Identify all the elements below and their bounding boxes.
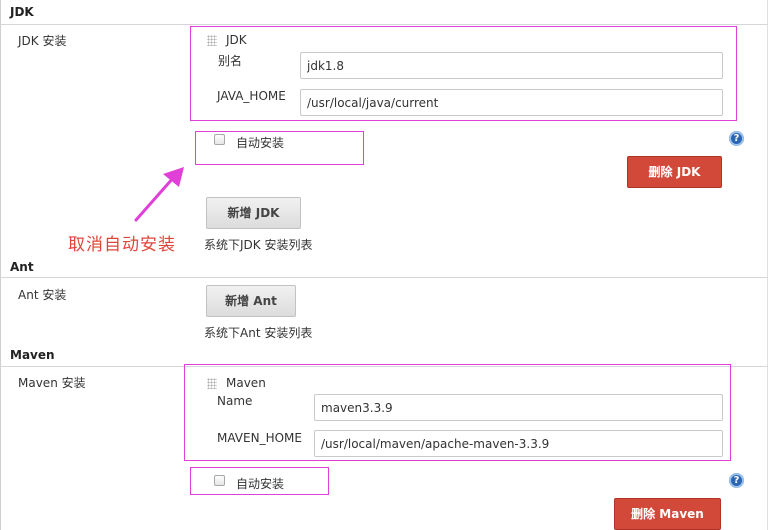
add-ant-button[interactable]: 新增 Ant [206, 285, 296, 317]
jdk-installation-header: JDK [226, 33, 247, 47]
maven-installation-header: Maven [226, 376, 266, 390]
jdk-alias-input[interactable] [300, 52, 723, 79]
section-divider-jdk [0, 24, 768, 25]
java-home-input[interactable] [300, 89, 723, 116]
maven-name-input[interactable] [314, 394, 723, 421]
ant-list-hint: 系统下Ant 安装列表 [204, 326, 313, 340]
maven-name-label: Name [217, 394, 253, 408]
ant-installations-label: Ant 安装 [18, 288, 67, 302]
java-home-label: JAVA_HOME [217, 89, 286, 103]
maven-home-label: MAVEN_HOME [217, 431, 302, 445]
section-divider-ant [0, 277, 768, 278]
drag-handle-icon[interactable] [207, 35, 217, 46]
jdk-alias-label: 别名 [218, 54, 243, 68]
annotation-arrow-icon [134, 167, 184, 222]
delete-maven-button[interactable]: 删除 Maven [614, 498, 721, 530]
maven-help-icon[interactable]: ? [729, 473, 744, 488]
maven-installations-label: Maven 安装 [18, 376, 86, 390]
section-title-maven: Maven [10, 348, 55, 362]
delete-jdk-button[interactable]: 删除 JDK [627, 156, 722, 188]
jdk-list-hint: 系统下JDK 安装列表 [204, 238, 313, 252]
maven-auto-install-checkbox[interactable] [214, 475, 225, 486]
left-border [0, 0, 1, 530]
maven-home-input[interactable] [314, 430, 723, 457]
jdk-installations-label: JDK 安装 [18, 34, 67, 48]
section-title-jdk: JDK [10, 5, 34, 19]
section-title-ant: Ant [10, 260, 34, 274]
add-jdk-button[interactable]: 新增 JDK [206, 197, 301, 229]
jdk-auto-install-label: 自动安装 [236, 136, 285, 150]
jdk-auto-install-checkbox[interactable] [214, 134, 225, 145]
drag-handle-icon[interactable] [207, 378, 217, 389]
maven-auto-install-label: 自动安装 [236, 477, 285, 491]
annotation-text: 取消自动安装 [68, 235, 176, 255]
jdk-help-icon[interactable]: ? [729, 131, 744, 146]
